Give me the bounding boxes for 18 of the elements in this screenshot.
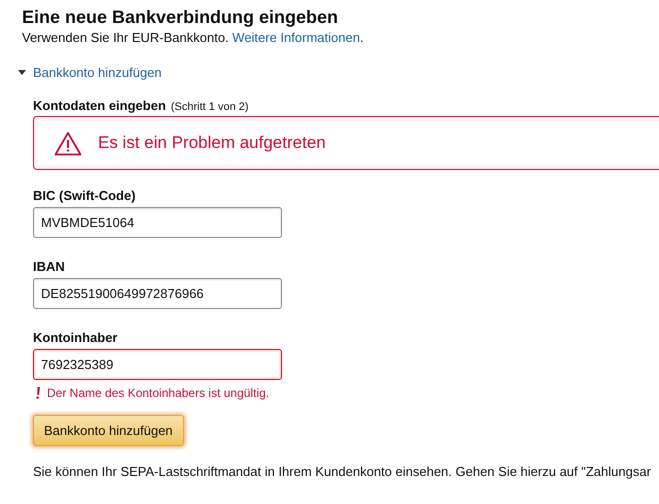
expander-link[interactable]: Bankkonto hinzufügen (33, 63, 162, 82)
footer-text: Sie können Ihr SEPA-Lastschriftmandat in Ihrem Kundenkonto einsehen. Gehen Sie hierzu auf "Zahlungsar (33, 463, 652, 481)
field-label: BIC (Swift-Code) (33, 187, 137, 205)
error-message: Der Name des Kontoinhabers ist ungültig. (47, 385, 270, 402)
add-account-button[interactable]: Bankkonto hinzufügen (33, 415, 184, 446)
input-field[interactable]: MVBMDE51064 (33, 207, 282, 238)
input-field[interactable]: DE82551900649972876966 (33, 278, 282, 309)
alert-message: Es ist ein Problem aufgetreten (98, 132, 326, 154)
step-title: Kontodaten eingeben (33, 96, 166, 115)
page-heading: Eine neue Bankverbindung eingeben (22, 6, 340, 29)
input-field[interactable]: 7692325389 (33, 349, 282, 380)
step-note: (Schritt 1 von 2) (170, 100, 249, 114)
error-icon (36, 387, 40, 399)
field-label: IBAN (33, 258, 66, 276)
warning-icon (54, 130, 82, 156)
subtitle-text: Verwenden Sie Ihr EUR-Bankkonto. Weitere Informationen. (22, 29, 365, 47)
field-label: Kontoinhaber (33, 329, 118, 347)
info-link[interactable]: Weitere Informationen (232, 30, 360, 45)
